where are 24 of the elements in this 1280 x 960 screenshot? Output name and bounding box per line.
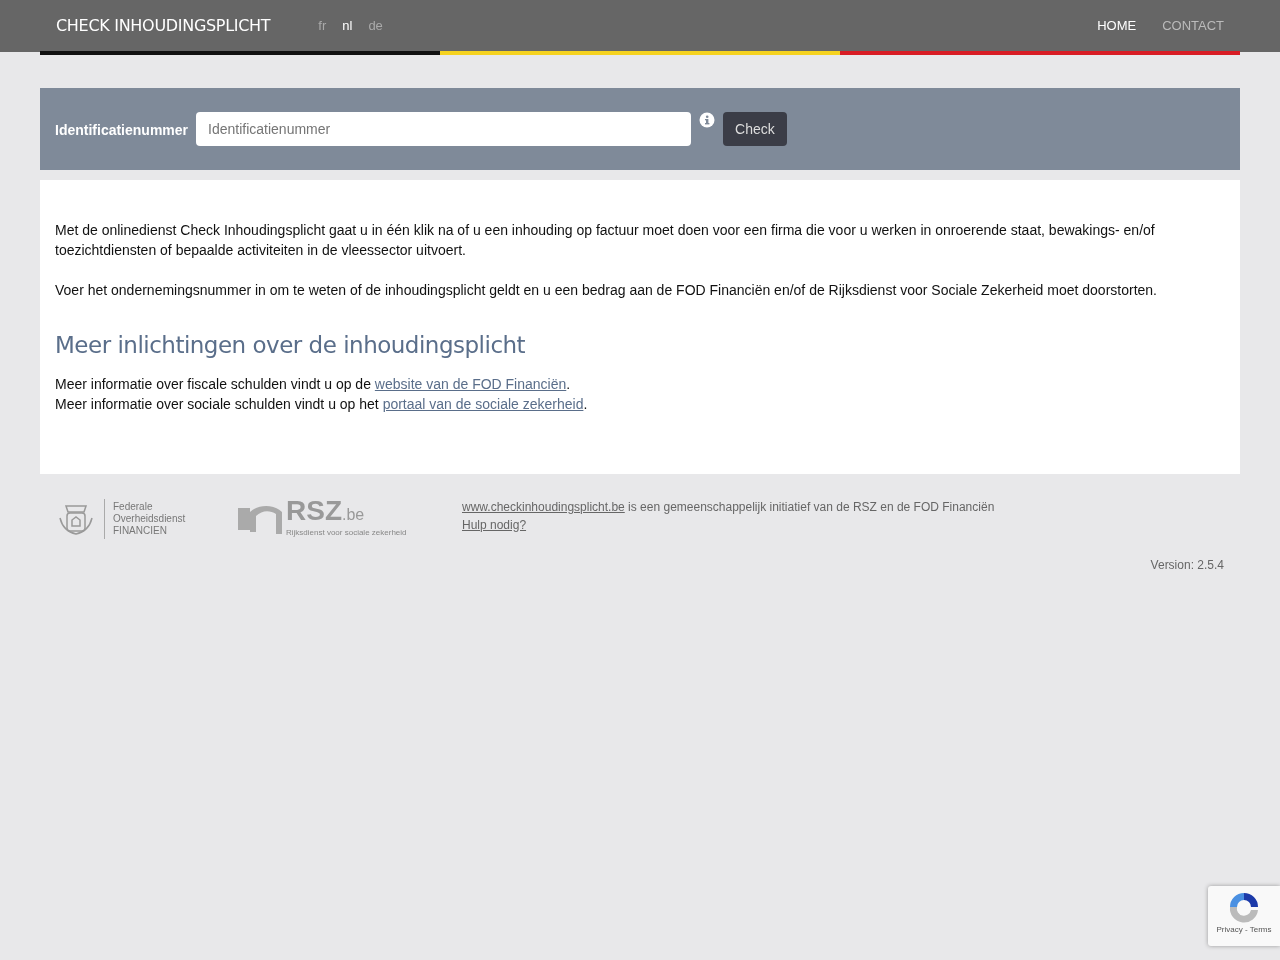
fod-logo-text: Overheidsdienst [113,512,186,525]
nav-link[interactable]: HOME [1097,16,1137,36]
rsz-logo-tagline: Rijksdienst voor sociale zekerheid [286,527,407,540]
footer-text: www.checkinhoudingsplicht.be is een gemeenschappelijk initiatief van de RSZ en de FOD Financiën [462,498,995,516]
section-heading: Meer inlichtingen over de inhoudingsplicht [55,332,527,360]
language-link[interactable]: nl [342,16,353,36]
fod-logo-text: Federale [113,500,154,513]
site-link[interactable]: www.checkinhoudingsplicht.be [462,499,625,514]
fod-logo-text: FINANCIEN [113,524,168,537]
info-sentence: Meer informatie over sociale schulden vindt u op het portaal van de sociale zekerheid. [55,394,589,414]
intro-paragraph: Met de onlinedienst Check Inhoudingsplicht gaat u in één klik na of u een inhouding op factuur moet doen voor een firma die voor u werken in onroerende staat, bewakings- en/of toezichtdiensten of bepaalde activiteiten in de vleessector uitvoert. [55,221,1156,260]
identification-number-field[interactable]: Identificatienummer [196,112,692,146]
rsz-logo-text: RSZ [286,495,342,527]
version-text: Version: 2.5.4 [1150,557,1224,572]
check-button[interactable]: Check [723,112,787,146]
info-sentence: Meer informatie over fiscale schulden vindt u op de website van de FOD Financiën. [55,374,572,394]
nav-link[interactable]: CONTACT [1162,16,1224,36]
site-title[interactable]: CHECK INHOUDINGSPLICHT [56,14,271,38]
info-icon[interactable] [699,112,716,128]
help-link[interactable]: Hulp nodig? [462,517,527,532]
privacy-terms-links[interactable]: Privacy - Terms [1208,924,1280,936]
field-label: Identificatienummer [55,121,189,140]
intro-paragraph: Voer het ondernemingsnummer in om te weten of de inhoudingsplicht geldt en u een bedrag aan de FOD Financiën en/of de Rijksdienst voor Sociale Zekerheid moet doorstorten. [55,281,1158,300]
rsz-logo-suffix: .be [342,506,365,524]
